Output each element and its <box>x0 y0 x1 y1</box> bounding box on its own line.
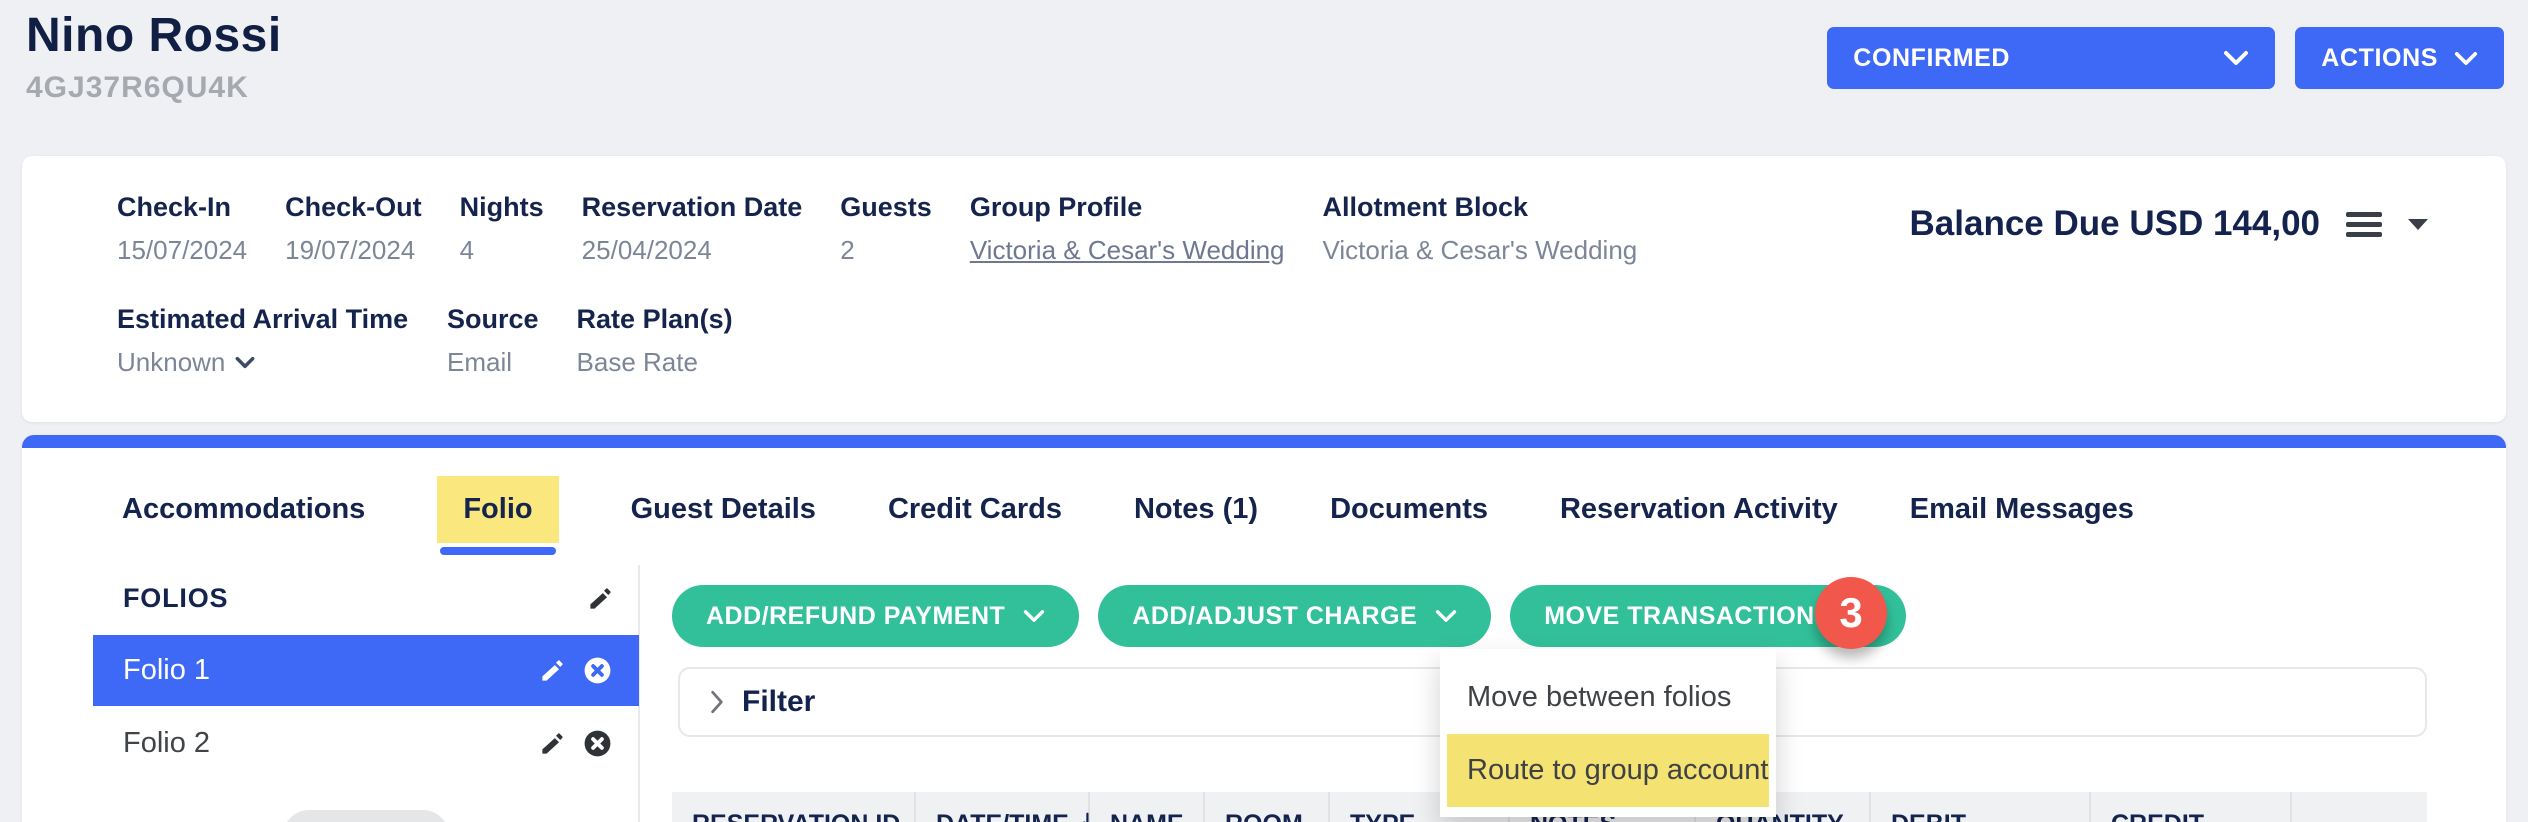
group-profile-link[interactable]: Victoria & Cesar's Wedding <box>970 235 1285 266</box>
column-header-reservation-id[interactable]: RESERVATION ID <box>672 792 916 822</box>
column-header-date-time[interactable]: DATE/TIME <box>916 792 1090 822</box>
field-check-in: Check-In 15/07/2024 <box>117 192 247 266</box>
balance-menu-icon[interactable] <box>2346 212 2382 237</box>
chevron-down-icon <box>1023 609 1045 623</box>
field-guests: Guests 2 <box>840 192 932 266</box>
folios-header: FOLIOS <box>22 583 638 614</box>
summary-row-2: Estimated Arrival Time Unknown Source Em… <box>117 304 733 378</box>
actions-label: ACTIONS <box>2321 44 2438 73</box>
menu-item-move-between-folios[interactable]: Move between folios <box>1447 661 1769 734</box>
folio-item-2[interactable]: Folio 2 <box>93 706 639 780</box>
tab-credit-cards[interactable]: Credit Cards <box>888 476 1062 543</box>
reservation-page: { "header": { "guest_name": "Nino Rossi"… <box>0 0 2528 822</box>
chevron-down-icon <box>2223 50 2249 66</box>
confirmation-code: 4GJ37R6QU4K <box>26 71 282 105</box>
field-source: Source Email <box>447 304 539 378</box>
column-header-credit[interactable]: CREDIT <box>2091 792 2292 822</box>
chevron-right-icon <box>708 689 726 715</box>
edit-folios-icon[interactable] <box>587 585 614 612</box>
tab-folio[interactable]: Folio <box>437 476 558 543</box>
filter-label: Filter <box>742 685 815 719</box>
chevron-down-icon <box>2454 51 2478 66</box>
balance-area: Balance Due USD 144,00 <box>1910 204 2428 244</box>
field-allotment-block: Allotment Block Victoria & Cesar's Weddi… <box>1323 192 1638 266</box>
delete-folio-icon[interactable] <box>582 655 613 686</box>
menu-item-route-to-group-account[interactable]: Route to group account <box>1447 734 1769 807</box>
column-header-name[interactable]: NAME <box>1090 792 1205 822</box>
delete-folio-icon[interactable] <box>582 728 613 759</box>
add-folio-button[interactable] <box>283 810 449 822</box>
field-check-out: Check-Out 19/07/2024 <box>285 192 422 266</box>
balance-caret-icon[interactable] <box>2408 219 2428 230</box>
page-header: Nino Rossi 4GJ37R6QU4K <box>26 8 282 105</box>
field-nights: Nights 4 <box>460 192 544 266</box>
arrival-time-dropdown[interactable]: Unknown <box>117 347 409 378</box>
tab-accommodations[interactable]: Accommodations <box>122 476 365 543</box>
edit-folio-icon[interactable] <box>539 657 566 684</box>
field-estimated-arrival: Estimated Arrival Time Unknown <box>117 304 409 378</box>
folio-name: Folio 2 <box>123 727 539 760</box>
status-label: CONFIRMED <box>1853 44 2010 73</box>
field-reservation-date: Reservation Date 25/04/2024 <box>582 192 803 266</box>
chevron-down-icon <box>1435 609 1457 623</box>
folio-actions: ADD/REFUND PAYMENT ADD/ADJUST CHARGE MOV… <box>672 585 1906 647</box>
summary-row-1: Check-In 15/07/2024 Check-Out 19/07/2024… <box>117 192 1637 266</box>
tab-guest-details[interactable]: Guest Details <box>631 476 816 543</box>
move-transactions-menu: Move between folios Route to group accou… <box>1440 649 1776 817</box>
tab-bar: Accommodations Folio Guest Details Credi… <box>22 448 2506 543</box>
actions-button[interactable]: ACTIONS <box>2295 27 2504 89</box>
column-header-room[interactable]: ROOM <box>1205 792 1330 822</box>
reservation-summary-card: Check-In 15/07/2024 Check-Out 19/07/2024… <box>22 156 2506 422</box>
column-header-empty <box>2292 792 2427 822</box>
card-accent-bar <box>22 435 2506 448</box>
chevron-down-icon <box>235 356 255 369</box>
edit-folio-icon[interactable] <box>539 730 566 757</box>
field-rate-plans: Rate Plan(s) Base Rate <box>577 304 733 378</box>
step-badge: 3 <box>1815 577 1887 649</box>
guest-name: Nino Rossi <box>26 8 282 63</box>
tab-notes[interactable]: Notes (1) <box>1134 476 1258 543</box>
field-group-profile: Group Profile Victoria & Cesar's Wedding <box>970 192 1285 266</box>
add-refund-payment-button[interactable]: ADD/REFUND PAYMENT <box>672 585 1079 647</box>
tab-email-messages[interactable]: Email Messages <box>1910 476 2134 543</box>
folio-item-1[interactable]: Folio 1 <box>93 635 639 706</box>
detail-card: Accommodations Folio Guest Details Credi… <box>22 435 2506 822</box>
balance-due: Balance Due USD 144,00 <box>1910 204 2320 244</box>
folio-name: Folio 1 <box>123 654 539 687</box>
status-dropdown-button[interactable]: CONFIRMED <box>1827 27 2275 89</box>
column-header-debit[interactable]: DEBIT <box>1871 792 2091 822</box>
tab-documents[interactable]: Documents <box>1330 476 1488 543</box>
header-buttons: CONFIRMED ACTIONS <box>1827 27 2504 89</box>
folios-title: FOLIOS <box>123 583 228 614</box>
tab-reservation-activity[interactable]: Reservation Activity <box>1560 476 1838 543</box>
add-adjust-charge-button[interactable]: ADD/ADJUST CHARGE <box>1098 585 1491 647</box>
